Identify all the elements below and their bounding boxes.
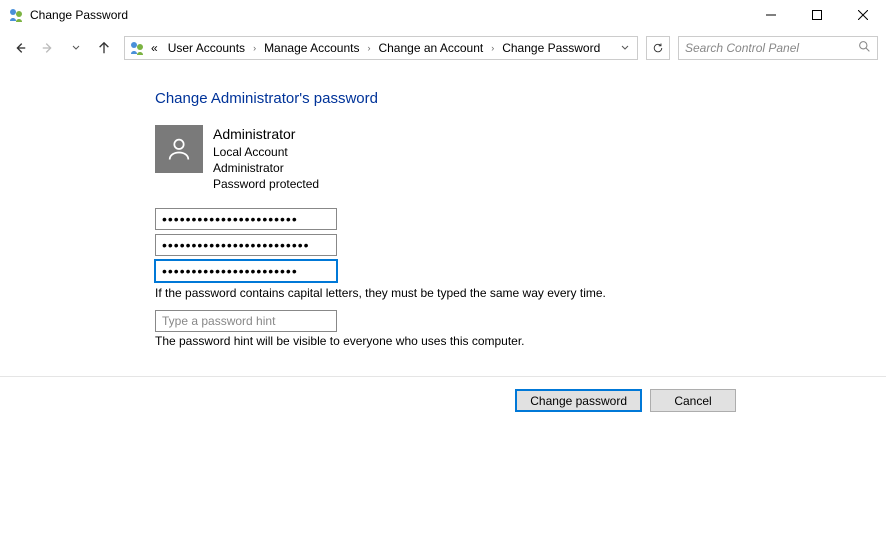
breadcrumb-prefix[interactable]: « bbox=[147, 41, 162, 55]
page-title: Change Administrator's password bbox=[155, 90, 886, 107]
account-type: Local Account bbox=[213, 144, 319, 160]
breadcrumb-item[interactable]: Change an Account bbox=[374, 41, 487, 55]
cancel-button[interactable]: Cancel bbox=[650, 389, 736, 412]
chevron-right-icon[interactable]: › bbox=[365, 43, 372, 53]
address-dropdown-button[interactable] bbox=[617, 41, 633, 55]
new-password-input[interactable] bbox=[155, 234, 337, 256]
search-icon bbox=[858, 40, 871, 56]
footer-buttons: Change password Cancel bbox=[0, 377, 886, 412]
password-hint-input[interactable] bbox=[155, 310, 337, 332]
forward-button[interactable] bbox=[36, 36, 60, 60]
password-fields bbox=[155, 208, 886, 282]
window-controls bbox=[748, 0, 886, 30]
confirm-password-input[interactable] bbox=[155, 260, 337, 282]
content-area: Change Administrator's password Administ… bbox=[0, 66, 886, 348]
recent-locations-button[interactable] bbox=[64, 36, 88, 60]
minimize-button[interactable] bbox=[748, 0, 794, 30]
navigation-bar: « User Accounts › Manage Accounts › Chan… bbox=[0, 30, 886, 66]
password-help-text: If the password contains capital letters… bbox=[155, 286, 886, 300]
account-info: Administrator Local Account Administrato… bbox=[213, 125, 319, 192]
search-box[interactable] bbox=[678, 36, 878, 60]
close-button[interactable] bbox=[840, 0, 886, 30]
chevron-right-icon[interactable]: › bbox=[251, 43, 258, 53]
maximize-button[interactable] bbox=[794, 0, 840, 30]
hint-help-text: The password hint will be visible to eve… bbox=[155, 334, 886, 348]
up-button[interactable] bbox=[92, 36, 116, 60]
address-bar[interactable]: « User Accounts › Manage Accounts › Chan… bbox=[124, 36, 638, 60]
avatar bbox=[155, 125, 203, 173]
user-accounts-icon bbox=[129, 40, 145, 56]
refresh-button[interactable] bbox=[646, 36, 670, 60]
breadcrumb-item[interactable]: User Accounts bbox=[164, 41, 249, 55]
breadcrumb-item[interactable]: Manage Accounts bbox=[260, 41, 363, 55]
account-protection: Password protected bbox=[213, 176, 319, 192]
search-input[interactable] bbox=[685, 41, 858, 55]
account-name: Administrator bbox=[213, 125, 319, 144]
titlebar: Change Password bbox=[0, 0, 886, 30]
account-summary: Administrator Local Account Administrato… bbox=[155, 125, 886, 192]
breadcrumb-item[interactable]: Change Password bbox=[498, 41, 604, 55]
back-button[interactable] bbox=[8, 36, 32, 60]
change-password-button[interactable]: Change password bbox=[515, 389, 642, 412]
current-password-input[interactable] bbox=[155, 208, 337, 230]
chevron-right-icon[interactable]: › bbox=[489, 43, 496, 53]
account-role: Administrator bbox=[213, 160, 319, 176]
user-accounts-icon bbox=[8, 7, 24, 23]
window-title: Change Password bbox=[30, 8, 128, 22]
